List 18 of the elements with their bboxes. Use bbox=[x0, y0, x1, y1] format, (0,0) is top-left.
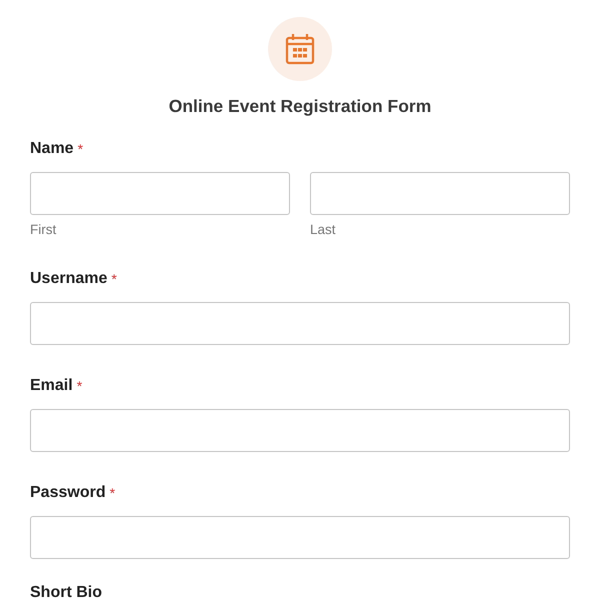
input-field[interactable] bbox=[30, 172, 290, 215]
calendar-icon bbox=[285, 33, 315, 65]
sublabel: Last bbox=[310, 221, 336, 239]
field-label: Short Bio bbox=[30, 583, 102, 600]
required-mark: * bbox=[78, 140, 84, 159]
form-title: Online Event Registration Form bbox=[168, 95, 432, 118]
required-mark: * bbox=[110, 484, 116, 503]
input-field[interactable] bbox=[310, 172, 570, 215]
required-mark: * bbox=[76, 377, 82, 396]
input-field[interactable] bbox=[30, 302, 570, 345]
input-field[interactable] bbox=[30, 409, 570, 452]
required-mark: * bbox=[111, 270, 117, 289]
sublabel: First bbox=[30, 221, 56, 239]
field-label: Username bbox=[30, 269, 108, 289]
input-field[interactable] bbox=[30, 516, 570, 559]
field-label: Name bbox=[30, 139, 74, 159]
field-label: Password bbox=[30, 483, 106, 503]
field-label: Email bbox=[30, 376, 73, 396]
